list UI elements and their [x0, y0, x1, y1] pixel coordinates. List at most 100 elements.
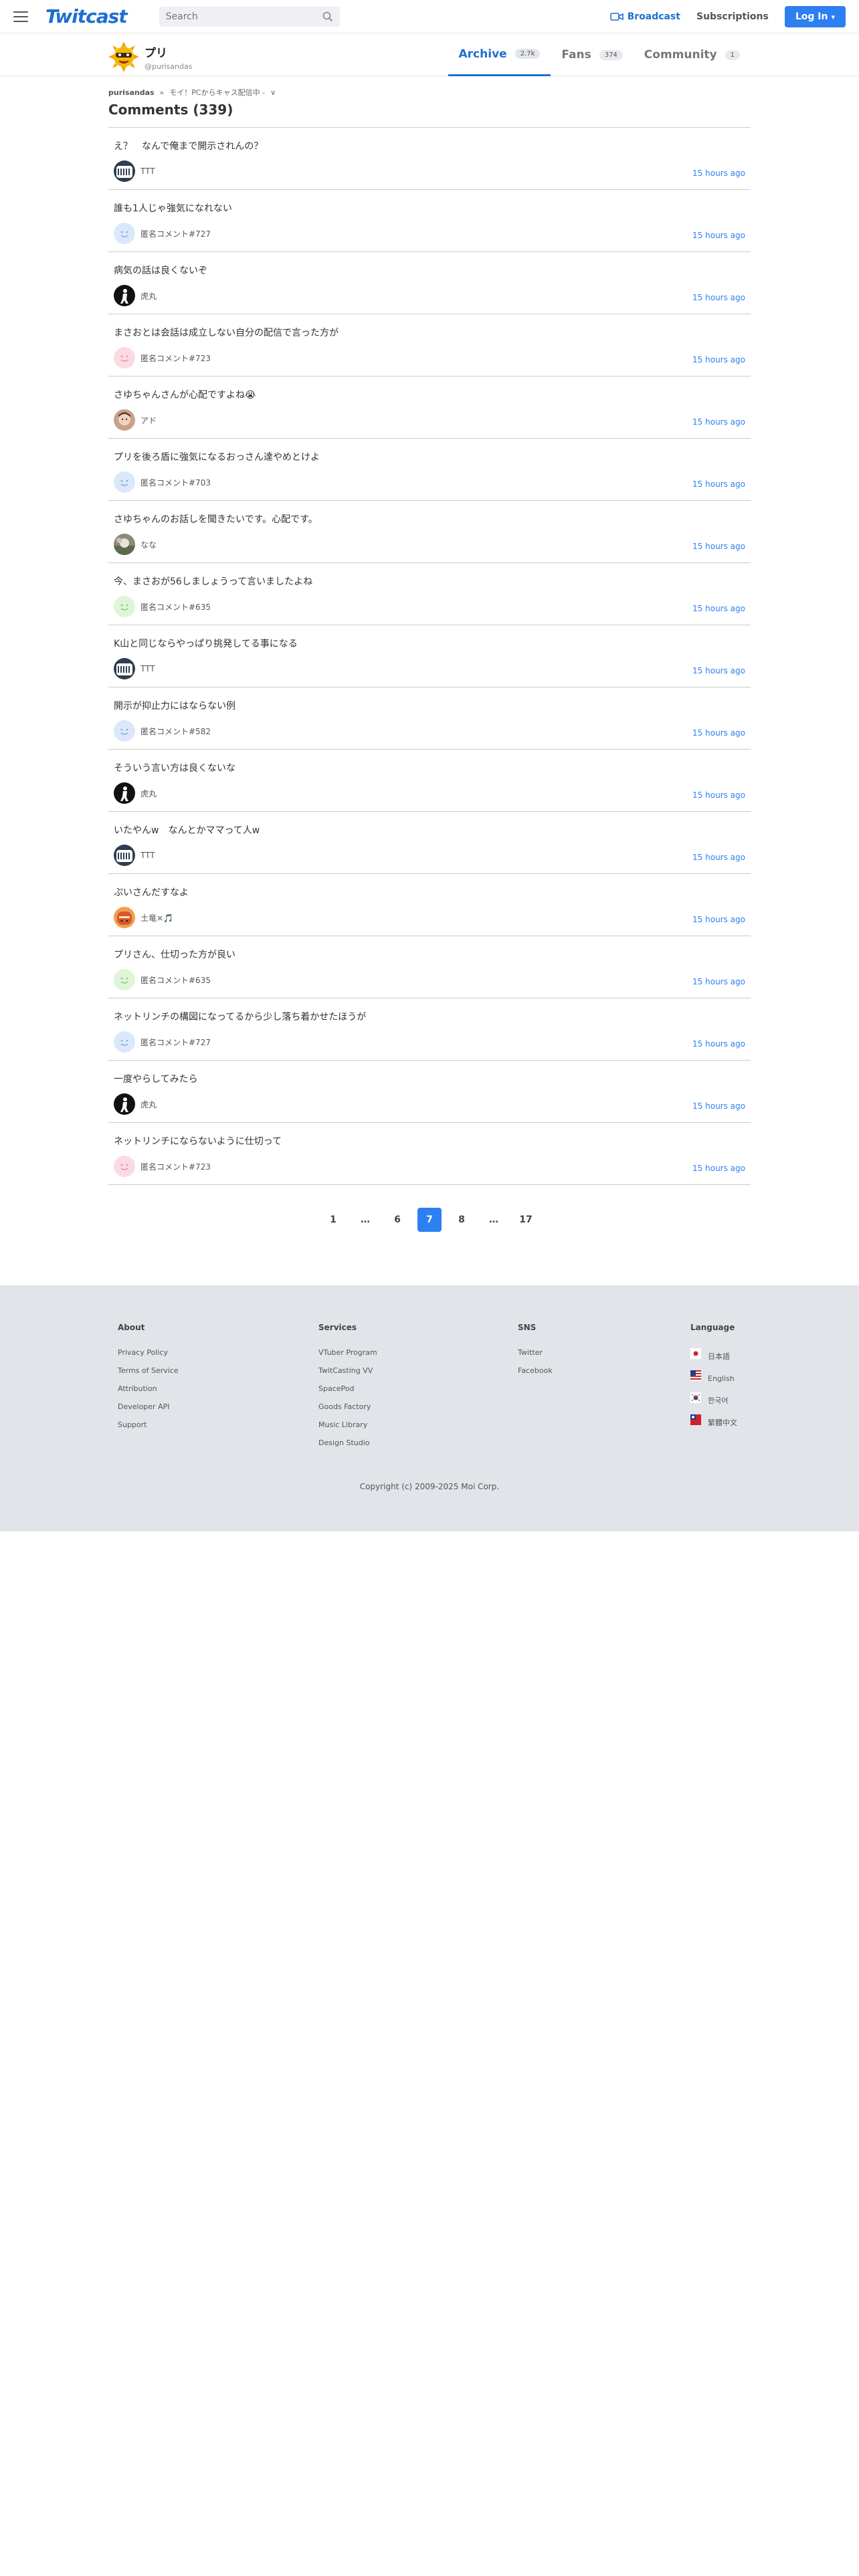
user-name[interactable]: TTT — [140, 167, 155, 176]
user-name[interactable]: 匿名コメント#582 — [140, 726, 211, 737]
user-name[interactable]: 虎丸 — [140, 290, 157, 302]
user-avatar[interactable] — [114, 409, 135, 431]
tab-community[interactable]: Community 1 — [634, 33, 751, 76]
comment-timestamp[interactable]: 15 hours ago — [692, 1164, 745, 1173]
pagination-current-page[interactable]: 7 — [417, 1208, 442, 1232]
user-avatar[interactable] — [114, 596, 135, 617]
comment-timestamp[interactable]: 15 hours ago — [692, 790, 745, 800]
language-option[interactable]: 日本語 — [690, 1348, 737, 1362]
comment-timestamp[interactable]: 15 hours ago — [692, 604, 745, 613]
search-icon[interactable] — [322, 11, 333, 22]
user-avatar[interactable] — [114, 223, 135, 244]
comment-user[interactable]: なな — [114, 534, 157, 555]
footer-link[interactable]: Developer API — [118, 1402, 179, 1412]
user-avatar[interactable] — [114, 1093, 135, 1115]
user-name[interactable]: 匿名コメント#727 — [140, 1037, 211, 1048]
footer-link[interactable]: Terms of Service — [118, 1366, 179, 1376]
comment-user[interactable]: 匿名コメント#703 — [114, 471, 211, 493]
comment-user[interactable]: 匿名コメント#723 — [114, 347, 211, 368]
user-avatar[interactable] — [114, 1156, 135, 1177]
pagination-page[interactable]: 6 — [385, 1208, 409, 1232]
hamburger-menu-icon[interactable] — [13, 11, 28, 22]
footer-link[interactable]: Goods Factory — [318, 1402, 377, 1412]
user-avatar[interactable] — [114, 285, 135, 306]
footer-link[interactable]: TwitCasting VV — [318, 1366, 377, 1376]
footer-link[interactable]: Design Studio — [318, 1438, 377, 1448]
user-avatar[interactable] — [114, 1031, 135, 1053]
breadcrumb-movie[interactable]: モイ！PCからキャス配信中 - — [169, 87, 265, 98]
user-name[interactable]: 匿名コメント#723 — [140, 1161, 211, 1172]
subscriptions-link[interactable]: Subscriptions — [696, 11, 769, 22]
comment-user[interactable]: 匿名コメント#723 — [114, 1156, 211, 1177]
user-name[interactable]: 虎丸 — [140, 788, 157, 799]
pagination-page[interactable]: 1 — [321, 1208, 345, 1232]
user-name[interactable]: TTT — [140, 664, 155, 673]
user-avatar[interactable] — [114, 160, 135, 182]
pagination-page[interactable]: 8 — [450, 1208, 474, 1232]
broadcast-link[interactable]: Broadcast — [609, 11, 680, 22]
comment-user[interactable]: 匿名コメント#582 — [114, 720, 211, 742]
site-logo[interactable]: Twitcast — [45, 5, 128, 27]
footer-link[interactable]: VTuber Program — [318, 1348, 377, 1358]
user-name[interactable]: 匿名コメント#723 — [140, 352, 211, 364]
comment-timestamp[interactable]: 15 hours ago — [692, 417, 745, 427]
user-avatar[interactable] — [114, 782, 135, 804]
comment-timestamp[interactable]: 15 hours ago — [692, 915, 745, 924]
pagination-page[interactable]: 17 — [514, 1208, 538, 1232]
comment-timestamp[interactable]: 15 hours ago — [692, 293, 745, 302]
footer-link[interactable]: Twitter — [518, 1348, 553, 1358]
comment-timestamp[interactable]: 15 hours ago — [692, 853, 745, 862]
user-avatar[interactable] — [114, 720, 135, 742]
comment-timestamp[interactable]: 15 hours ago — [692, 728, 745, 738]
comment-user[interactable]: TTT — [114, 845, 155, 866]
user-name[interactable]: 匿名コメント#635 — [140, 974, 211, 986]
comment-timestamp[interactable]: 15 hours ago — [692, 1101, 745, 1111]
profile-link[interactable]: プリ @purisandas — [108, 41, 192, 72]
breadcrumb-chevron-icon[interactable]: ∨ — [270, 88, 276, 97]
user-name[interactable]: なな — [140, 539, 157, 550]
user-avatar[interactable] — [114, 534, 135, 555]
breadcrumb-user[interactable]: purisandas — [108, 88, 155, 97]
comment-user[interactable]: 匿名コメント#727 — [114, 223, 211, 244]
user-avatar[interactable] — [114, 471, 135, 493]
user-name[interactable]: 匿名コメント#703 — [140, 477, 211, 488]
comment-user[interactable]: 虎丸 — [114, 1093, 157, 1115]
login-button[interactable]: Log In ▾ — [784, 6, 846, 27]
comment-user[interactable]: 匿名コメント#635 — [114, 969, 211, 990]
user-avatar[interactable] — [114, 969, 135, 990]
footer-link[interactable]: Attribution — [118, 1384, 179, 1394]
comment-timestamp[interactable]: 15 hours ago — [692, 666, 745, 675]
language-option[interactable]: 繁體中文 — [690, 1414, 737, 1428]
comment-user[interactable]: 土竜×🎵 — [114, 907, 173, 928]
comment-timestamp[interactable]: 15 hours ago — [692, 355, 745, 364]
user-name[interactable]: アド — [140, 415, 157, 426]
user-name[interactable]: TTT — [140, 851, 155, 860]
footer-link[interactable]: Music Library — [318, 1420, 377, 1430]
search-box[interactable] — [159, 6, 340, 27]
user-avatar[interactable] — [114, 845, 135, 866]
footer-link[interactable]: Support — [118, 1420, 179, 1430]
tab-archive[interactable]: Archive 2.7k — [448, 33, 551, 76]
user-avatar[interactable] — [114, 347, 135, 368]
footer-link[interactable]: Privacy Policy — [118, 1348, 179, 1358]
comment-timestamp[interactable]: 15 hours ago — [692, 977, 745, 986]
user-avatar[interactable] — [114, 658, 135, 679]
comment-timestamp[interactable]: 15 hours ago — [692, 479, 745, 489]
language-option[interactable]: 한국어 — [690, 1392, 737, 1406]
user-name[interactable]: 虎丸 — [140, 1099, 157, 1110]
user-avatar[interactable] — [114, 907, 135, 928]
user-name[interactable]: 匿名コメント#727 — [140, 228, 211, 239]
comment-timestamp[interactable]: 15 hours ago — [692, 231, 745, 240]
user-name[interactable]: 匿名コメント#635 — [140, 601, 211, 613]
comment-user[interactable]: 匿名コメント#635 — [114, 596, 211, 617]
comment-user[interactable]: 匿名コメント#727 — [114, 1031, 211, 1053]
comment-user[interactable]: アド — [114, 409, 157, 431]
search-input[interactable] — [165, 11, 300, 22]
user-name[interactable]: 土竜×🎵 — [140, 912, 173, 924]
footer-link[interactable]: SpacePod — [318, 1384, 377, 1394]
comment-timestamp[interactable]: 15 hours ago — [692, 1039, 745, 1049]
comment-user[interactable]: 虎丸 — [114, 285, 157, 306]
comment-user[interactable]: TTT — [114, 658, 155, 679]
comment-user[interactable]: TTT — [114, 160, 155, 182]
tab-fans[interactable]: Fans 374 — [551, 33, 633, 76]
